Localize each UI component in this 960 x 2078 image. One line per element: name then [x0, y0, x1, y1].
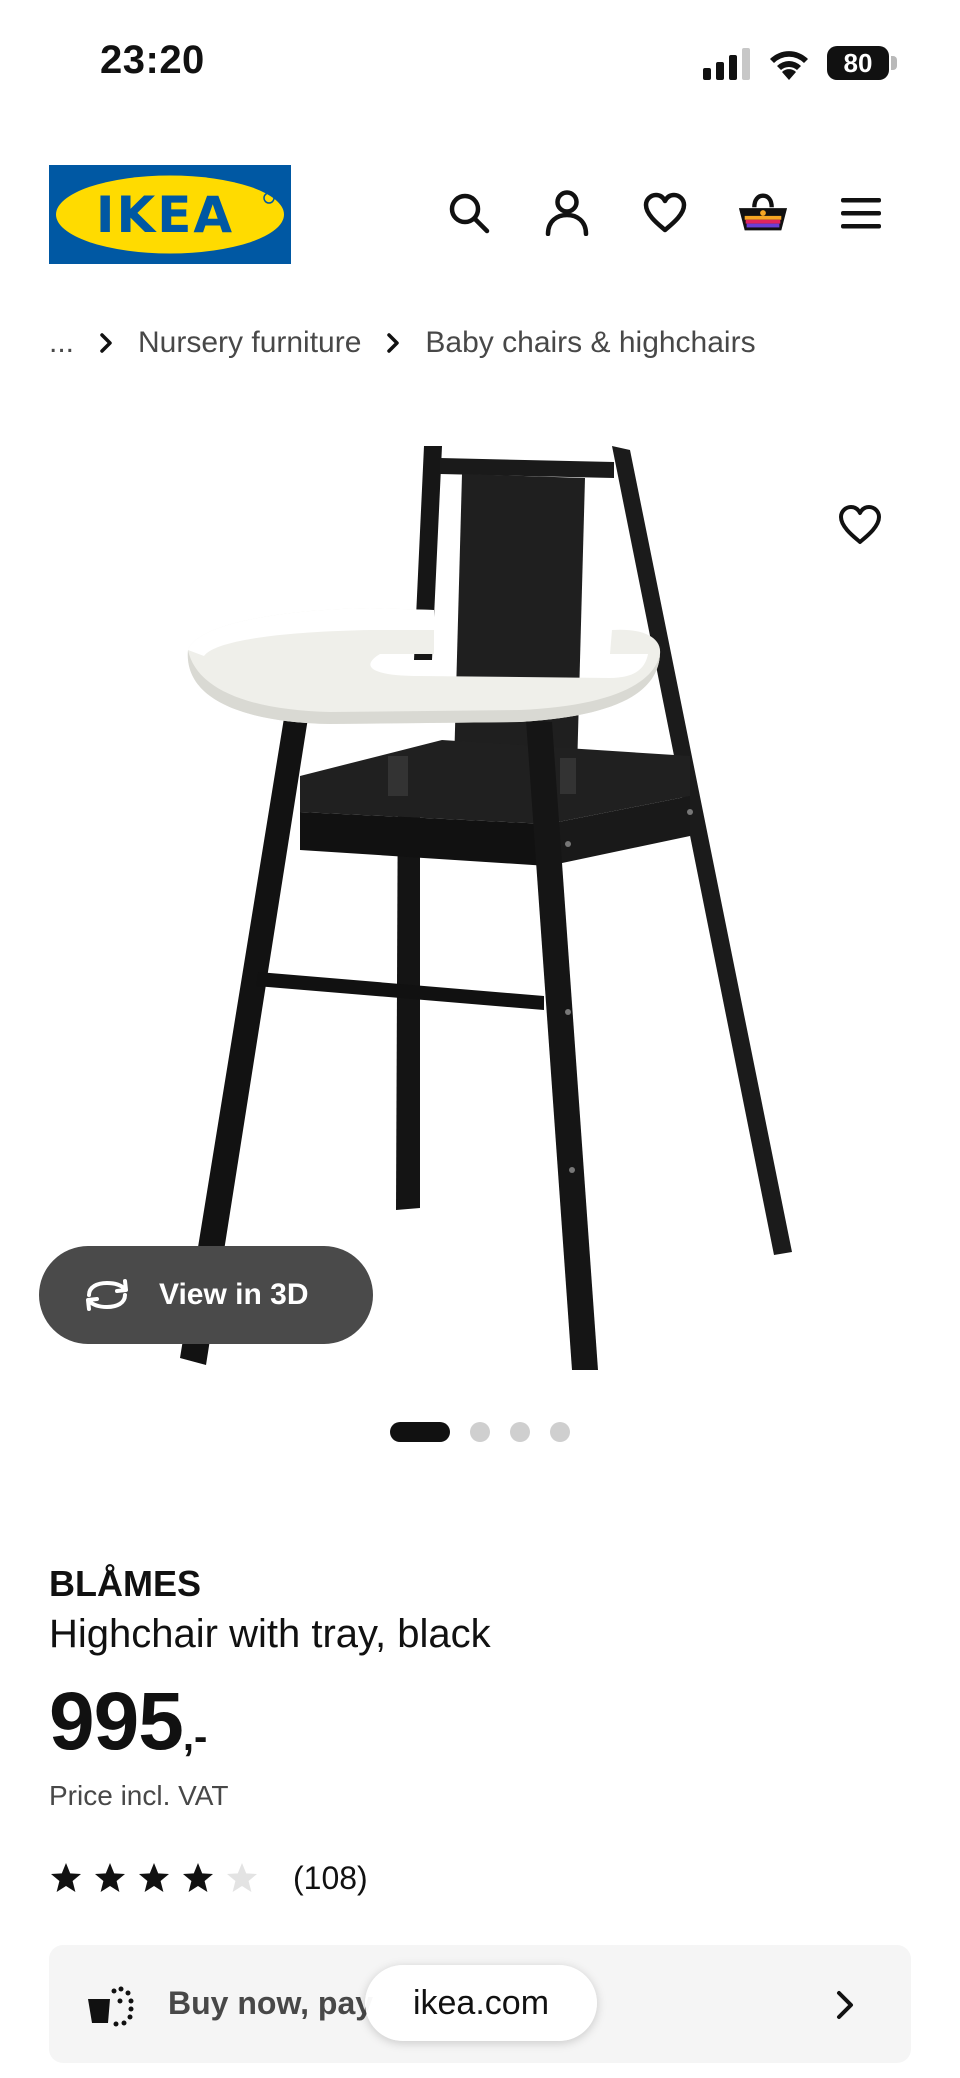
signal-icon	[703, 48, 750, 80]
chevron-right-icon	[837, 1991, 853, 2019]
add-to-wishlist-button[interactable]	[815, 480, 905, 570]
account-icon	[545, 190, 589, 236]
carousel-dot-1[interactable]	[390, 1422, 450, 1442]
wishlist-header-button[interactable]	[639, 187, 691, 239]
payment-cart-icon	[88, 1986, 134, 2027]
cart-button[interactable]	[737, 187, 789, 239]
price-suffix: ,-	[182, 1715, 208, 1759]
star-filled-icon	[95, 1863, 125, 1892]
view-in-3d-button[interactable]: View in 3D	[39, 1246, 373, 1344]
product-description: Highchair with tray, black	[49, 1612, 491, 1656]
battery-tip	[891, 56, 897, 70]
svg-text:IKEA: IKEA	[96, 186, 234, 244]
menu-button[interactable]	[835, 187, 887, 239]
breadcrumb-more[interactable]: ...	[49, 326, 74, 360]
heart-icon	[839, 505, 881, 544]
battery-level: 80	[827, 46, 889, 80]
price-integer: 995	[49, 1676, 184, 1767]
carousel-dot-2[interactable]	[470, 1422, 490, 1442]
chevron-right-icon	[92, 332, 120, 354]
star-filled-icon	[51, 1863, 81, 1892]
star-empty-icon	[227, 1863, 257, 1892]
search-icon	[449, 193, 490, 234]
status-time: 23:20	[100, 38, 205, 82]
highchair-illustration	[180, 446, 792, 1370]
chevron-right-icon	[379, 332, 407, 354]
rating-count: (108)	[293, 1859, 368, 1896]
carousel-dot-3[interactable]	[510, 1422, 530, 1442]
carousel-dot-4[interactable]	[550, 1422, 570, 1442]
menu-icon	[841, 198, 881, 229]
browser-url-bar[interactable]: ikea.com	[365, 1965, 597, 2041]
product-image[interactable]	[0, 440, 960, 1385]
view-in-3d-label: View in 3D	[159, 1278, 309, 1311]
breadcrumb: ... Nursery furniture Baby chairs & high…	[49, 318, 756, 368]
account-button[interactable]	[541, 187, 593, 239]
search-button[interactable]	[443, 187, 495, 239]
ikea-logo-graphic: IKEA	[49, 165, 291, 264]
wifi-icon	[770, 51, 808, 80]
rotate-3d-icon	[81, 1275, 133, 1315]
price-note: Price incl. VAT	[49, 1780, 229, 1811]
breadcrumb-baby-chairs[interactable]: Baby chairs & highchairs	[425, 326, 755, 360]
product-price: 995 ,-	[49, 1672, 207, 1772]
cart-icon	[738, 193, 788, 231]
heart-icon	[643, 192, 687, 233]
breadcrumb-nursery-furniture[interactable]: Nursery furniture	[138, 326, 361, 360]
carousel-indicator	[390, 1422, 590, 1442]
product-name: BLÅMES	[49, 1563, 201, 1604]
battery-icon: 80	[827, 46, 897, 80]
ikea-logo[interactable]: IKEA	[49, 165, 291, 264]
pay-later-text: Buy now, pay	[168, 1985, 374, 2021]
status-bar: 23:20 80	[0, 0, 960, 120]
product-rating[interactable]: (108)	[49, 1855, 368, 1901]
star-filled-icon	[183, 1863, 213, 1892]
star-filled-icon	[139, 1863, 169, 1892]
